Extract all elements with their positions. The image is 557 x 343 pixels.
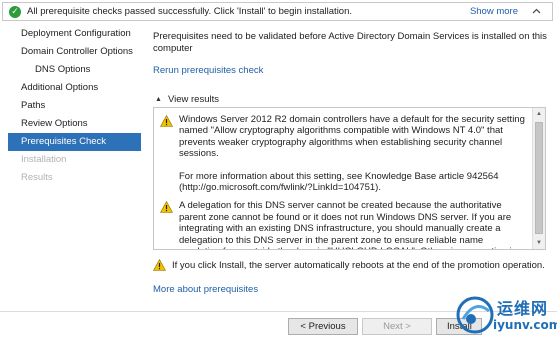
nav-item-paths[interactable]: Paths	[8, 97, 141, 115]
result-paragraph: Windows Server 2012 R2 domain controller…	[179, 114, 525, 160]
result-paragraph: A delegation for this DNS server cannot …	[179, 200, 516, 249]
check-circle-icon: ✓	[9, 5, 21, 18]
result-paragraph: For more information about this setting,…	[179, 170, 499, 194]
nav-item-results: Results	[21, 172, 53, 183]
watermark-logo: 运维网 iyunv.com	[453, 289, 557, 343]
reboot-warning-text: If you click Install, the server automat…	[172, 259, 545, 271]
more-about-prerequisites-link[interactable]: More about prerequisites	[153, 284, 258, 295]
chevron-up-icon[interactable]	[530, 5, 542, 17]
chevron-up-icon: ▲	[155, 96, 162, 103]
results-list: Windows Server 2012 R2 domain controller…	[153, 107, 546, 250]
nav-item-review-options[interactable]: Review Options	[8, 115, 141, 133]
nav-item-additional-options[interactable]: Additional Options	[8, 79, 141, 97]
rerun-prerequisites-link[interactable]: Rerun prerequisites check	[153, 65, 263, 76]
warning-icon	[153, 259, 166, 271]
nav-item-dns-options[interactable]: DNS Options	[8, 61, 141, 79]
status-banner: ✓ All prerequisite checks passed success…	[2, 2, 553, 21]
scroll-down-icon[interactable]: ▼	[533, 237, 545, 249]
view-results-toggle[interactable]: ▲ View results	[155, 94, 219, 105]
nav-item-deployment-configuration[interactable]: Deployment Configuration	[8, 25, 141, 43]
scroll-up-icon[interactable]: ▲	[533, 108, 545, 120]
result-entry: A delegation for this DNS server cannot …	[160, 200, 525, 249]
scroll-thumb[interactable]	[535, 122, 543, 234]
nav-item-installation: Installation	[21, 154, 67, 165]
main-panel: Prerequisites need to be validated befor…	[153, 31, 548, 55]
nav-item-domain-controller-options[interactable]: Domain Controller Options	[8, 43, 141, 61]
warning-icon	[160, 201, 173, 214]
result-entry: Windows Server 2012 R2 domain controller…	[160, 114, 525, 193]
watermark-emblem-icon	[456, 296, 494, 334]
nav-item-prerequisites-check[interactable]: Prerequisites Check	[8, 133, 141, 151]
warning-icon	[160, 115, 173, 127]
previous-button[interactable]: < Previous	[288, 318, 358, 335]
watermark-url: iyunv.com	[493, 318, 557, 332]
next-button: Next >	[362, 318, 432, 335]
show-more-link[interactable]: Show more	[470, 6, 518, 17]
results-scrollbar[interactable]: ▲ ▼	[532, 108, 545, 249]
banner-message: All prerequisite checks passed successfu…	[27, 6, 353, 17]
intro-text: Prerequisites need to be validated befor…	[153, 31, 547, 54]
view-results-label: View results	[167, 94, 219, 105]
watermark-text: 运维网	[497, 299, 549, 318]
wizard-nav: Deployment Configuration Domain Controll…	[8, 25, 141, 187]
reboot-warning: If you click Install, the server automat…	[153, 259, 545, 271]
